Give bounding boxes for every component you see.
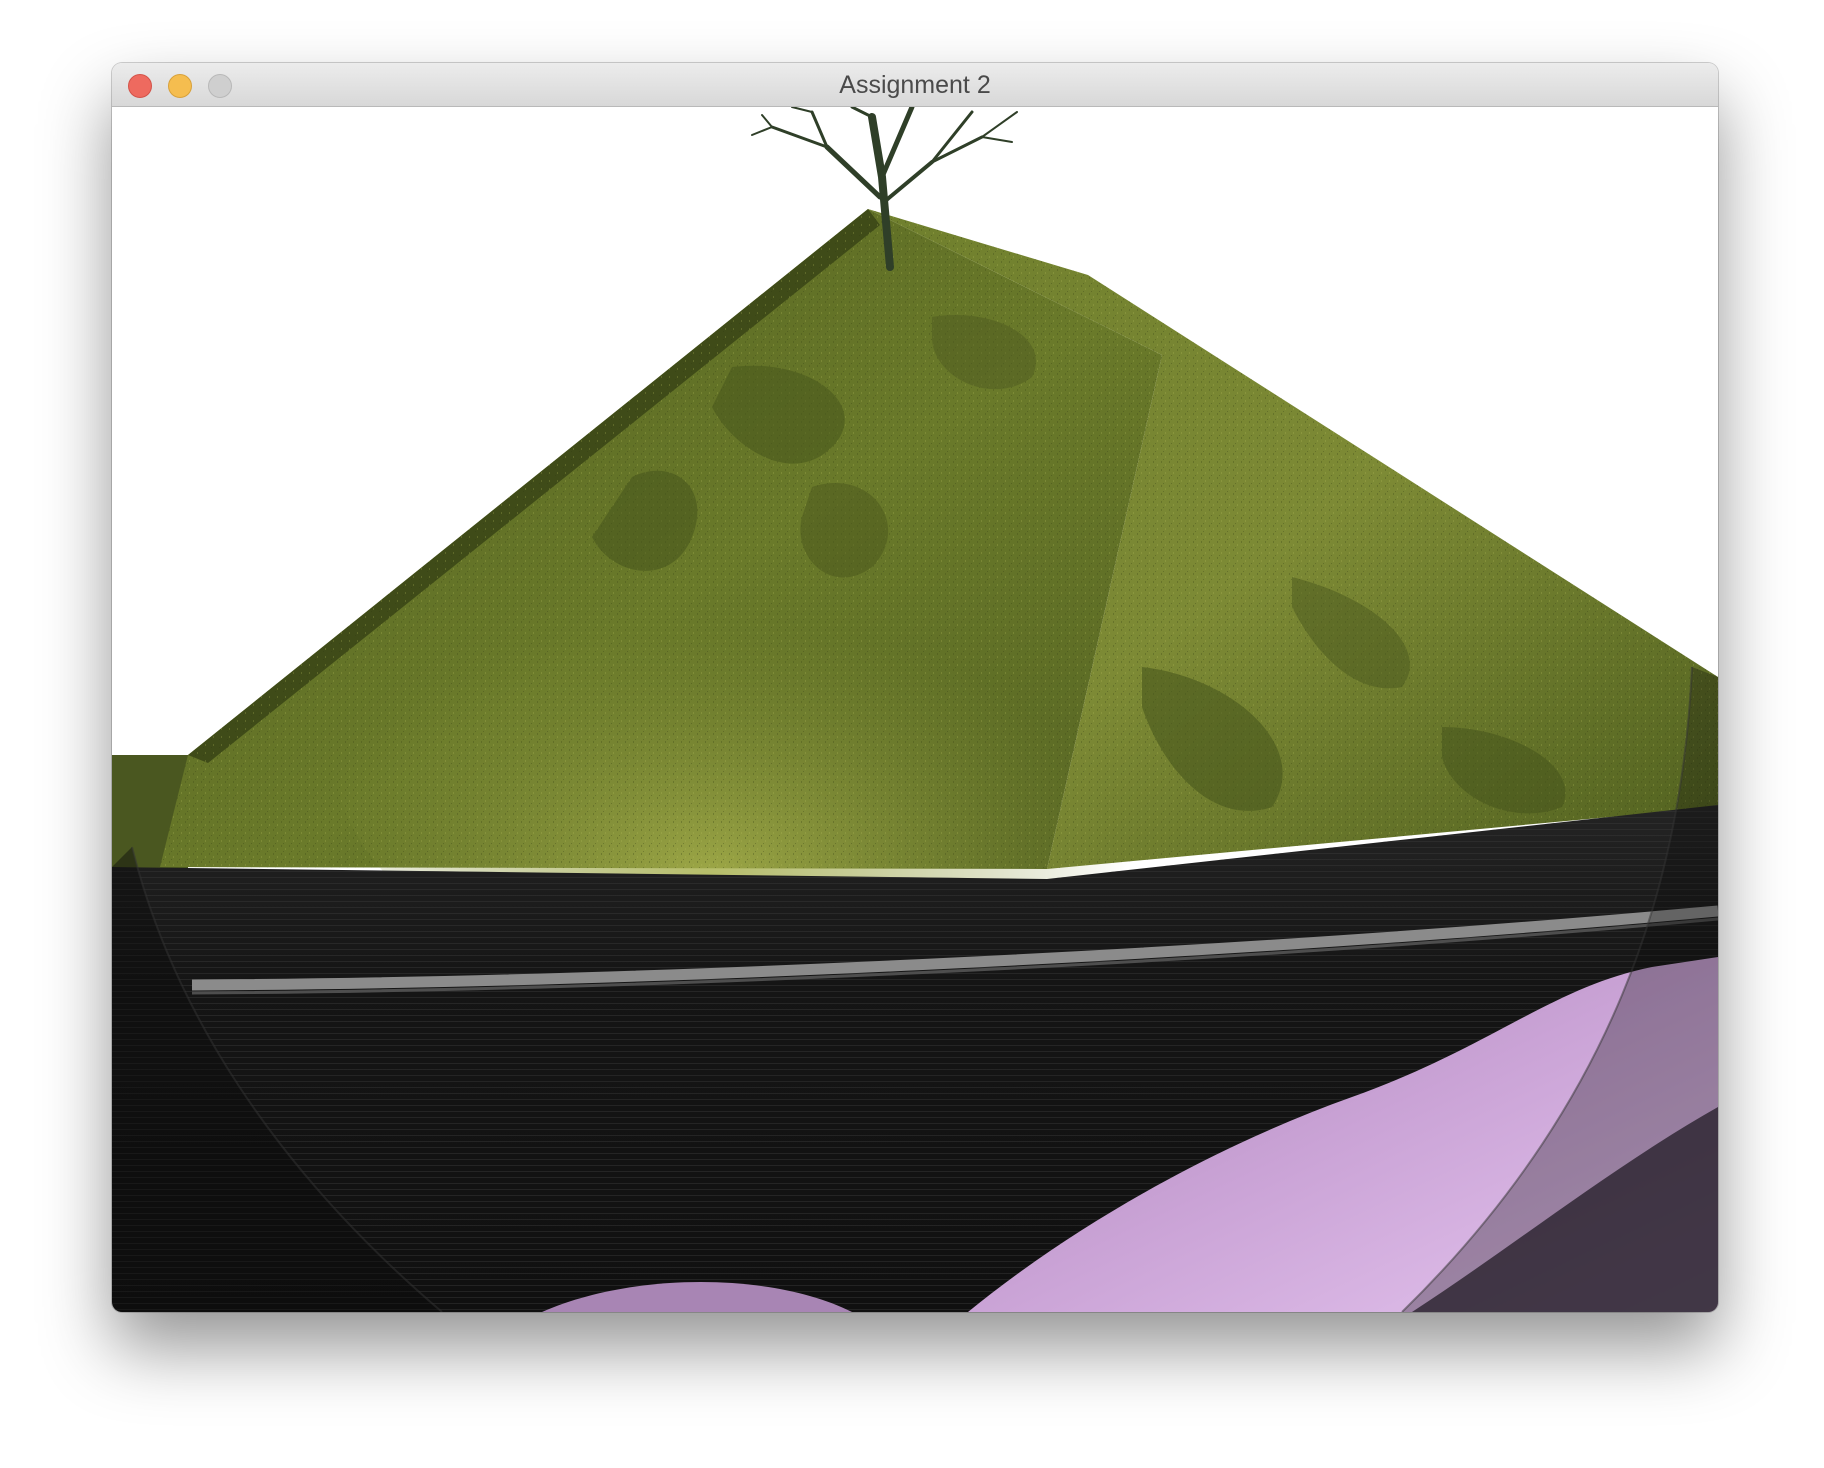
opengl-viewport[interactable] (112, 107, 1718, 1312)
rendered-scene (112, 107, 1718, 1312)
app-window: Assignment 2 (112, 63, 1718, 1312)
title-bar[interactable]: Assignment 2 (112, 63, 1718, 107)
window-title: Assignment 2 (839, 71, 991, 99)
